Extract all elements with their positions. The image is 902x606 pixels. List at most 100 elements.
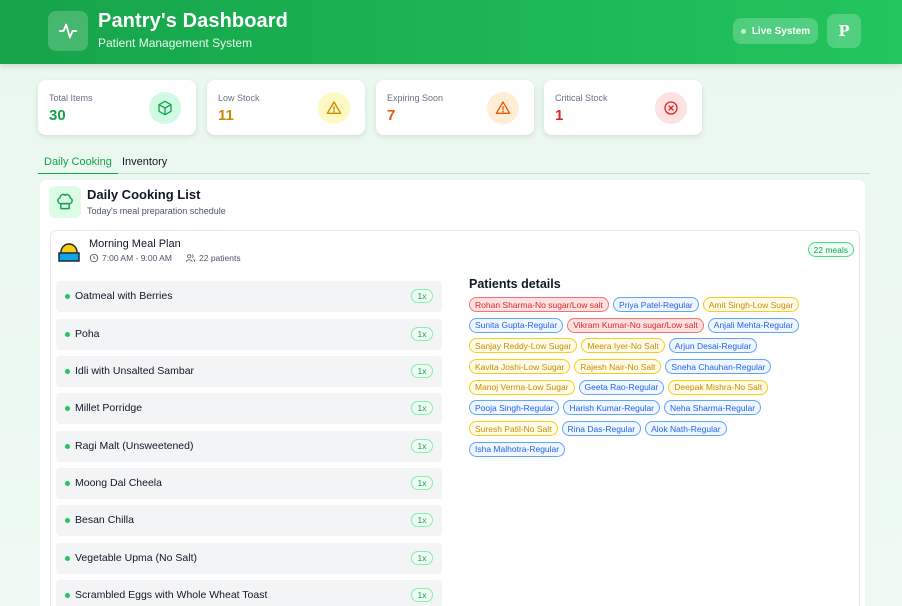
dish-name: Besan Chilla xyxy=(75,514,134,526)
dish-name: Idli with Unsalted Sambar xyxy=(75,365,195,377)
meal-patients: 22 patients xyxy=(185,253,241,263)
dish-item: Oatmeal with Berries 1x xyxy=(56,281,442,312)
bullet-icon xyxy=(65,556,70,561)
sunrise-icon xyxy=(58,243,80,262)
dish-name: Ragi Malt (Unsweetened) xyxy=(75,440,194,452)
tab-daily-cooking[interactable]: Daily Cooking xyxy=(38,152,118,174)
patient-tag: Meera Iyer-No Salt xyxy=(581,338,665,354)
patient-tag: Rina Das-Regular xyxy=(561,421,642,437)
live-system-button[interactable]: Live System xyxy=(733,18,818,44)
patients-details-title: Patients details xyxy=(469,277,561,291)
dish-name: Vegetable Upma (No Salt) xyxy=(75,552,197,564)
tag-row: Rohan Sharma-No sugar/Low salt Priya Pat… xyxy=(469,297,849,312)
dish-qty-badge: 1x xyxy=(411,401,433,415)
users-icon xyxy=(185,254,196,262)
tag-row: Isha Malhotra-Regular xyxy=(469,441,849,457)
patient-tag: Pooja Singh-Regular xyxy=(469,400,560,416)
dish-item: Scrambled Eggs with Whole Wheat Toast 1x xyxy=(56,580,442,606)
patient-tag: Harish Kumar-Regular xyxy=(563,400,661,416)
daily-cooking-panel: Daily Cooking List Today's meal preparat… xyxy=(40,180,865,606)
tag-row: Sunita Gupta-Regular Vikram Kumar-No sug… xyxy=(469,317,849,333)
dish-qty-badge: 1x xyxy=(411,588,433,602)
patient-tag: Rohan Sharma-No sugar/Low salt xyxy=(469,297,610,312)
dish-qty-badge: 1x xyxy=(411,364,433,378)
tag-row: Kavita Joshi-Low Sugar Rajesh Nair-No Sa… xyxy=(469,359,849,375)
meal-patients-text: 22 patients xyxy=(199,253,241,263)
stat-value: 11 xyxy=(218,107,234,124)
patient-tag: Isha Malhotra-Regular xyxy=(469,441,566,457)
patient-tag: Priya Patel-Regular xyxy=(613,297,699,312)
tag-row: Pooja Singh-Regular Harish Kumar-Regular… xyxy=(469,400,849,416)
stat-value: 7 xyxy=(387,107,396,124)
bullet-icon xyxy=(65,444,70,449)
dish-item: Millet Porridge 1x xyxy=(56,393,442,424)
dish-item: Ragi Malt (Unsweetened) 1x xyxy=(56,431,442,462)
dish-qty-badge: 1x xyxy=(411,513,433,527)
tag-row: Suresh Patil-No Salt Rina Das-Regular Al… xyxy=(469,421,849,437)
stat-label: Expiring Soon xyxy=(387,93,444,103)
meal-title: Morning Meal Plan xyxy=(89,238,181,250)
panel-title: Daily Cooking List xyxy=(87,187,201,202)
bullet-icon xyxy=(65,332,70,337)
chef-hat-icon xyxy=(49,186,81,218)
patient-tags: Rohan Sharma-No sugar/Low salt Priya Pat… xyxy=(469,297,849,463)
x-circle-icon xyxy=(655,92,687,124)
stat-label: Low Stock xyxy=(218,93,260,103)
dish-item: Vegetable Upma (No Salt) 1x xyxy=(56,543,442,574)
patient-tag: Sunita Gupta-Regular xyxy=(469,317,564,333)
bullet-icon xyxy=(65,294,70,299)
warning-icon xyxy=(318,92,350,124)
live-system-label: Live System xyxy=(751,25,811,37)
bullet-icon xyxy=(65,518,70,523)
panel-subtitle: Today's meal preparation schedule xyxy=(87,206,226,216)
patient-tag: Manoj Verma-Low Sugar xyxy=(469,379,575,395)
meal-card-morning: Morning Meal Plan 7:00 AM - 9:00 AM 22 p… xyxy=(50,230,860,606)
bullet-icon xyxy=(65,369,70,374)
stat-card-total-items: Total Items 30 xyxy=(38,80,196,135)
patient-tag: Sneha Chauhan-Regular xyxy=(665,359,772,375)
stat-label: Total Items xyxy=(49,93,93,103)
bullet-icon xyxy=(65,406,70,411)
tag-row: Sanjay Reddy-Low Sugar Meera Iyer-No Sal… xyxy=(469,338,849,354)
dish-name: Scrambled Eggs with Whole Wheat Toast xyxy=(75,589,268,601)
meals-count-badge: 22 meals xyxy=(807,242,854,257)
dish-qty-badge: 1x xyxy=(411,289,433,303)
cube-icon xyxy=(149,92,181,124)
bullet-icon xyxy=(65,593,70,598)
clock-icon xyxy=(89,253,99,263)
patient-tag: Alok Nath-Regular xyxy=(645,421,727,437)
patient-tag: Deepak Mishra-No Salt xyxy=(668,379,769,395)
patient-tag: Suresh Patil-No Salt xyxy=(469,421,558,437)
dish-name: Oatmeal with Berries xyxy=(75,290,173,302)
dish-qty-badge: 1x xyxy=(411,551,433,565)
dish-qty-badge: 1x xyxy=(411,327,433,341)
stat-value: 1 xyxy=(555,107,564,124)
dish-name: Poha xyxy=(75,328,100,340)
activity-icon xyxy=(48,11,88,51)
patient-tag: Rajesh Nair-No Salt xyxy=(574,359,662,375)
patient-tag: Sanjay Reddy-Low Sugar xyxy=(469,338,578,354)
patient-tag: Kavita Joshi-Low Sugar xyxy=(469,359,571,375)
patient-tag: Neha Sharma-Regular xyxy=(664,400,762,416)
tab-inventory[interactable]: Inventory xyxy=(116,152,173,174)
app-header: Pantry's Dashboard Patient Management Sy… xyxy=(0,0,902,64)
live-dot-icon xyxy=(740,28,746,34)
patient-tag: Anjali Mehta-Regular xyxy=(707,317,800,333)
dish-qty-badge: 1x xyxy=(411,439,433,453)
dish-item: Moong Dal Cheela 1x xyxy=(56,468,442,499)
stat-card-low-stock: Low Stock 11 xyxy=(207,80,365,135)
patient-tag: Vikram Kumar-No sugar/Low salt xyxy=(567,317,704,333)
patient-tag: Arjun Desai-Regular xyxy=(668,338,758,354)
dish-item: Poha 1x xyxy=(56,319,442,350)
avatar[interactable]: P xyxy=(827,14,861,48)
stat-card-expiring-soon: Expiring Soon 7 xyxy=(376,80,534,135)
stat-label: Critical Stock xyxy=(555,93,608,103)
patient-tag: Geeta Rao-Regular xyxy=(578,379,665,395)
patient-tag: Amit Singh-Low Sugar xyxy=(702,297,800,312)
stat-card-critical-stock: Critical Stock 1 xyxy=(544,80,702,135)
app-title: Pantry's Dashboard xyxy=(98,10,288,32)
dish-name: Millet Porridge xyxy=(75,402,143,414)
meal-time-text: 7:00 AM - 9:00 AM xyxy=(102,253,172,263)
dish-name: Moong Dal Cheela xyxy=(75,477,162,489)
app-subtitle: Patient Management System xyxy=(98,36,253,50)
